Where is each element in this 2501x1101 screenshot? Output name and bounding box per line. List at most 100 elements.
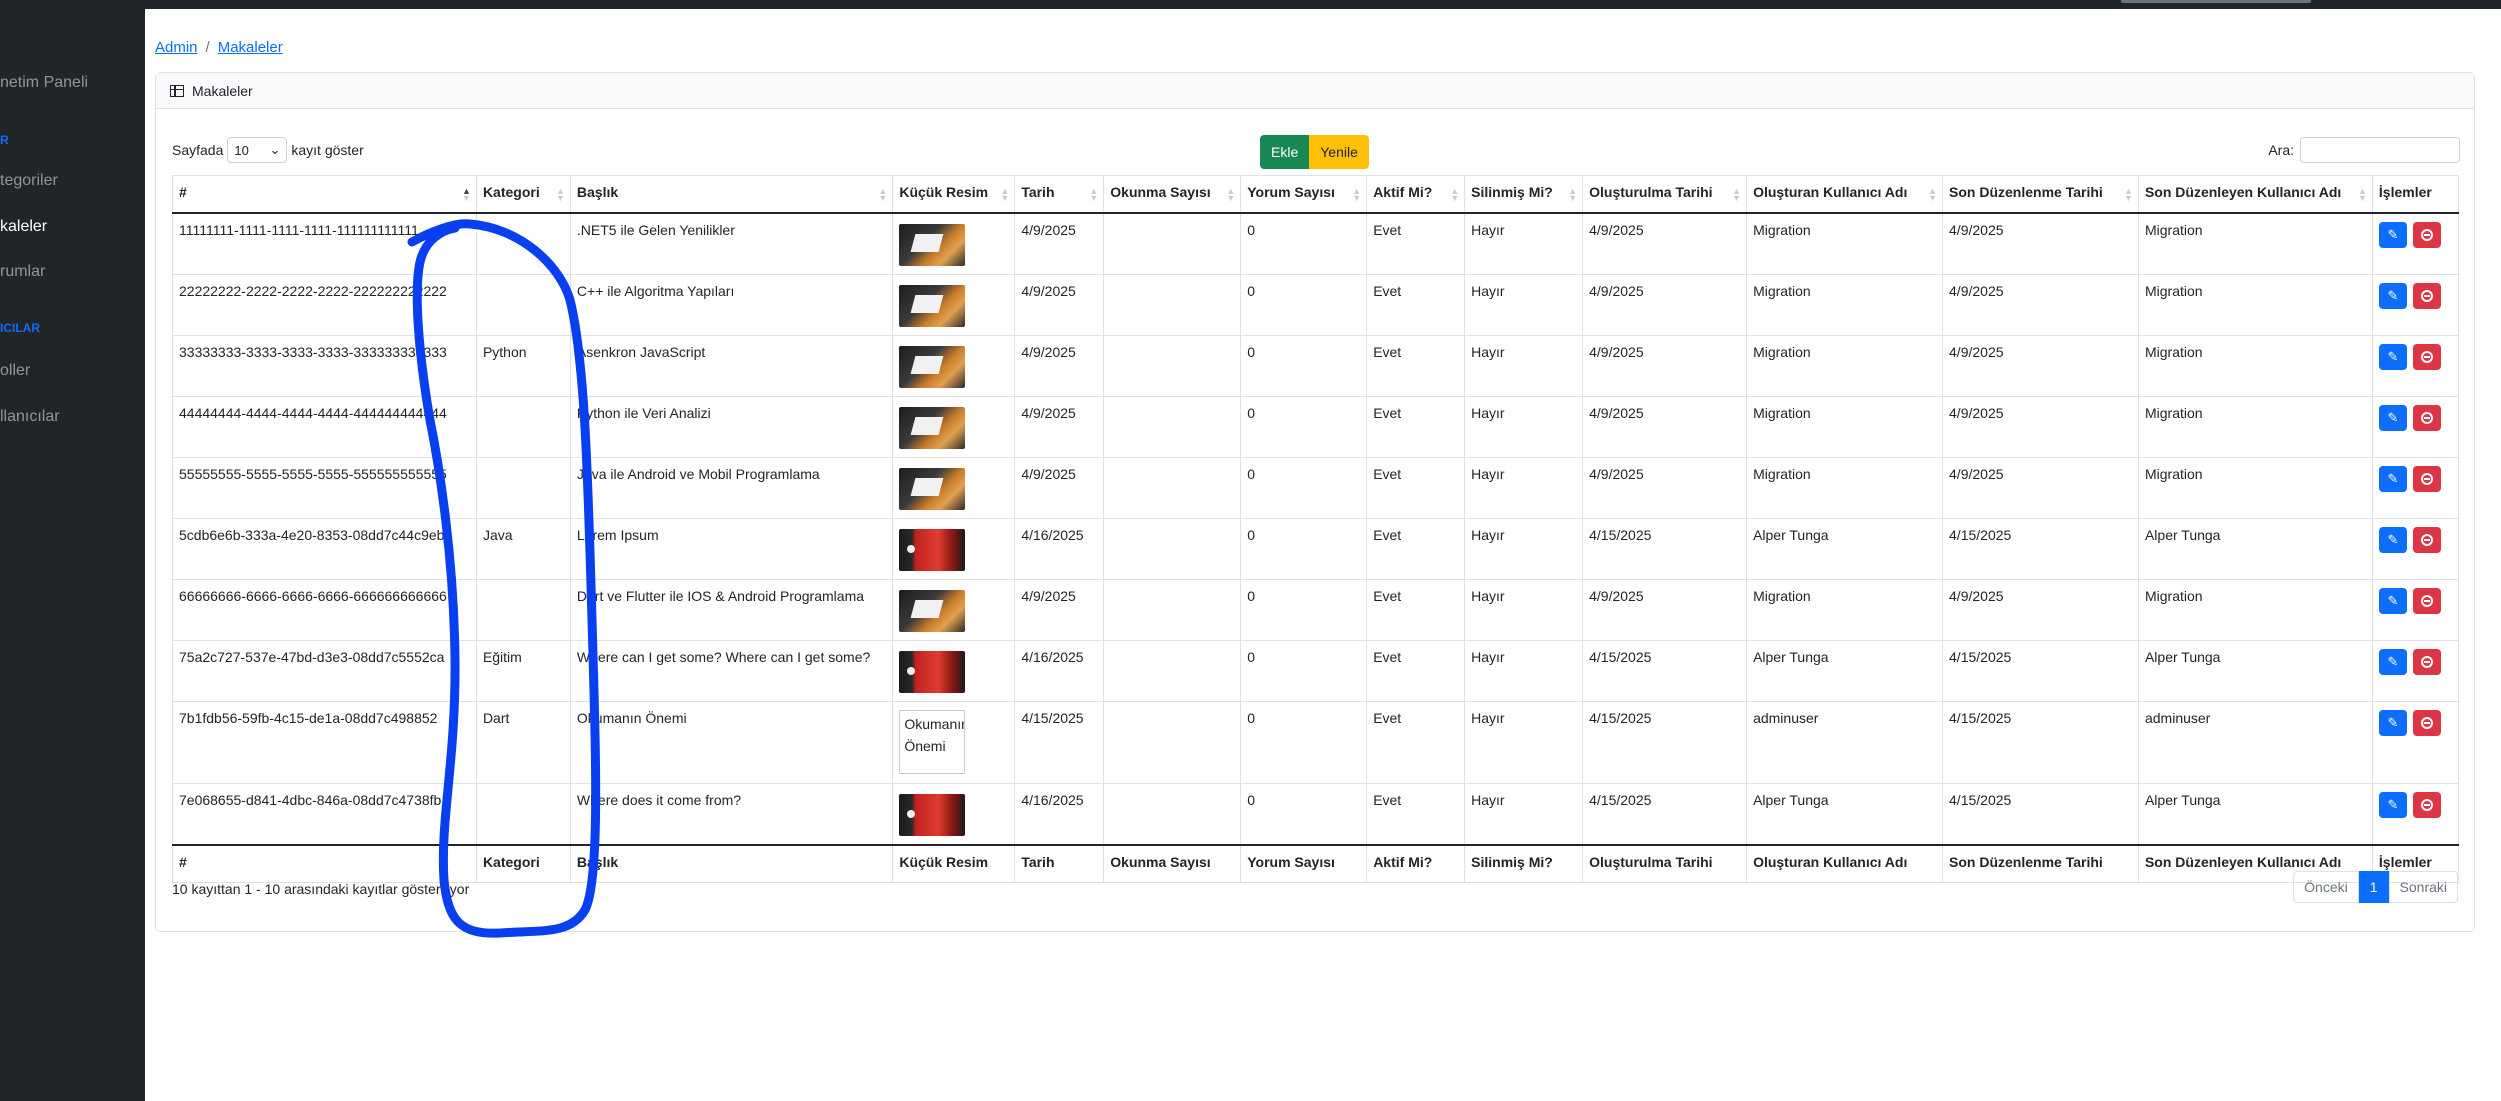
breadcrumb-articles-link[interactable]: Makaleler — [218, 39, 283, 56]
delete-button[interactable] — [2412, 343, 2441, 370]
cell-modified: 4/9/2025 — [1942, 456, 2139, 519]
column-header-modified-by[interactable]: Son Düzenleyen Kullanıcı Adı ▲ ▼ — [2137, 175, 2373, 214]
cell-views — [1103, 334, 1242, 397]
cell-actions: ✎ — [2371, 517, 2460, 580]
column-header-date[interactable]: Tarih ▲ ▼ — [1014, 175, 1105, 214]
cell-thumbnail — [892, 395, 1016, 458]
sidebar-item-articles[interactable]: kaleler — [0, 218, 47, 236]
column-header-thumbnail[interactable]: Küçük Resim ▲ ▼ — [892, 175, 1016, 214]
cell-date: 4/9/2025 — [1014, 334, 1105, 397]
cell-modified-by: adminuser — [2137, 700, 2373, 784]
breadcrumb-admin-link[interactable]: Admin — [155, 39, 198, 56]
minus-circle-icon — [2420, 228, 2433, 241]
cell-title: Java ile Android ve Mobil Programlama — [569, 456, 894, 519]
pagination-next[interactable]: Sonraki — [2388, 871, 2458, 903]
row-actions: ✎ — [2378, 587, 2452, 614]
cell-modified-by: Migration — [2137, 395, 2373, 458]
edit-button[interactable]: ✎ — [2378, 709, 2407, 736]
edit-icon: ✎ — [2387, 531, 2399, 547]
delete-button[interactable] — [2412, 648, 2441, 675]
column-header-id[interactable]: # ▲ ▼ — [172, 175, 477, 214]
cell-created: 4/9/2025 — [1582, 273, 1748, 336]
table-footer-row: # Kategori Başlık Küçük Resim Tarih Okun… — [172, 843, 2460, 883]
edit-button[interactable]: ✎ — [2378, 587, 2407, 614]
sidebar: netim Paneli R tegoriler kaleler rumlar … — [0, 0, 145, 1101]
sort-asc-icon: ▲ ▼ — [462, 186, 471, 203]
pagination-page-1[interactable]: 1 — [2358, 871, 2389, 903]
row-actions: ✎ — [2378, 221, 2452, 248]
article-thumbnail — [899, 467, 966, 510]
column-header-title[interactable]: Başlık ▲ ▼ — [569, 175, 894, 214]
cell-title: Dart ve Flutter ile IOS & Android Progra… — [569, 578, 894, 641]
delete-button[interactable] — [2412, 465, 2441, 492]
column-header-comments[interactable]: Yorum Sayısı ▲ ▼ — [1240, 175, 1368, 214]
delete-button[interactable] — [2412, 791, 2441, 818]
cell-thumbnail: Okumanın Önemi — [892, 700, 1016, 784]
edit-button[interactable]: ✎ — [2378, 404, 2407, 431]
column-header-deleted[interactable]: Silinmiş Mi? ▲ ▼ — [1464, 175, 1584, 214]
delete-button[interactable] — [2412, 526, 2441, 553]
delete-button[interactable] — [2412, 404, 2441, 431]
cell-comments: 0 — [1240, 700, 1368, 784]
cell-modified-by: Alper Tunga — [2137, 517, 2373, 580]
cell-title: Asenkron JavaScript — [569, 334, 894, 397]
sidebar-item-roles[interactable]: oller — [0, 362, 30, 380]
column-header-created-by[interactable]: Oluşturan Kullanıcı Adı ▲ ▼ — [1746, 175, 1944, 214]
edit-button[interactable]: ✎ — [2378, 648, 2407, 675]
cell-modified: 4/15/2025 — [1942, 517, 2139, 580]
row-actions: ✎ — [2378, 465, 2452, 492]
column-header-views[interactable]: Okunma Sayısı ▲ ▼ — [1103, 175, 1242, 214]
cell-created-by: Migration — [1746, 273, 1944, 336]
cell-thumbnail — [892, 782, 1016, 845]
article-thumbnail — [899, 528, 966, 571]
column-header-category[interactable]: Kategori ▲ ▼ — [475, 175, 571, 214]
refresh-button[interactable]: Yenile — [1309, 135, 1369, 169]
row-actions: ✎ — [2378, 791, 2452, 818]
sidebar-item-categories[interactable]: tegoriler — [0, 172, 58, 190]
cell-modified: 4/9/2025 — [1942, 212, 2139, 275]
edit-button[interactable]: ✎ — [2378, 343, 2407, 370]
cell-deleted: Hayır — [1464, 395, 1584, 458]
search-input[interactable] — [2300, 137, 2460, 163]
edit-button[interactable]: ✎ — [2378, 282, 2407, 309]
table-icon — [170, 84, 184, 97]
sidebar-item-users[interactable]: llanıcılar — [0, 408, 60, 426]
articles-table: # ▲ ▼ Kategori ▲ ▼ Başlık ▲ ▼ Küçük Resim ▲ ▼ Ta… — [172, 175, 2460, 883]
cell-date: 4/9/2025 — [1014, 212, 1105, 275]
cell-category — [475, 782, 571, 845]
sidebar-item-comments[interactable]: rumlar — [0, 263, 45, 281]
sort-icon: ▲ ▼ — [555, 186, 565, 203]
length-suffix: kayıt göster — [291, 142, 364, 158]
edit-button[interactable]: ✎ — [2378, 221, 2407, 248]
minus-circle-icon — [2420, 533, 2433, 546]
cell-id: 44444444-4444-4444-4444-444444444444 — [172, 395, 477, 458]
column-header-active[interactable]: Aktif Mi? ▲ ▼ — [1366, 175, 1466, 214]
pagination: Önceki 1 Sonraki — [2293, 871, 2458, 903]
minus-circle-icon — [2420, 289, 2433, 302]
minus-circle-icon — [2420, 594, 2433, 607]
delete-button[interactable] — [2412, 221, 2441, 248]
cell-category — [475, 456, 571, 519]
add-button[interactable]: Ekle — [1260, 135, 1310, 169]
column-header-modified[interactable]: Son Düzenlenme Tarihi ▲ ▼ — [1942, 175, 2139, 214]
cell-actions: ✎ — [2371, 578, 2460, 641]
edit-button[interactable]: ✎ — [2378, 526, 2407, 553]
column-header-created[interactable]: Oluşturulma Tarihi ▲ ▼ — [1582, 175, 1748, 214]
edit-button[interactable]: ✎ — [2378, 465, 2407, 492]
footer-header-created-by: Oluşturan Kullanıcı Adı — [1746, 843, 1944, 883]
delete-button[interactable] — [2412, 709, 2441, 736]
cell-id: 5cdb6e6b-333a-4e20-8353-08dd7c44c9eb — [172, 517, 477, 580]
breadcrumb-separator: / — [205, 39, 210, 56]
articles-card: Makaleler Sayfada 10 ⌄ kayıt göster Ekle… — [155, 72, 2475, 932]
edit-button[interactable]: ✎ — [2378, 791, 2407, 818]
pagination-previous[interactable]: Önceki — [2293, 871, 2359, 903]
cell-created: 4/9/2025 — [1582, 212, 1748, 275]
delete-button[interactable] — [2412, 282, 2441, 309]
sidebar-item-dashboard[interactable]: netim Paneli — [0, 74, 88, 92]
cell-title: Lorem Ipsum — [569, 517, 894, 580]
delete-button[interactable] — [2412, 587, 2441, 614]
page-length-select[interactable]: 10 ⌄ — [227, 137, 288, 163]
navbar-search-input[interactable] — [2121, 0, 2311, 3]
cell-deleted: Hayır — [1464, 700, 1584, 784]
cell-modified-by: Migration — [2137, 456, 2373, 519]
